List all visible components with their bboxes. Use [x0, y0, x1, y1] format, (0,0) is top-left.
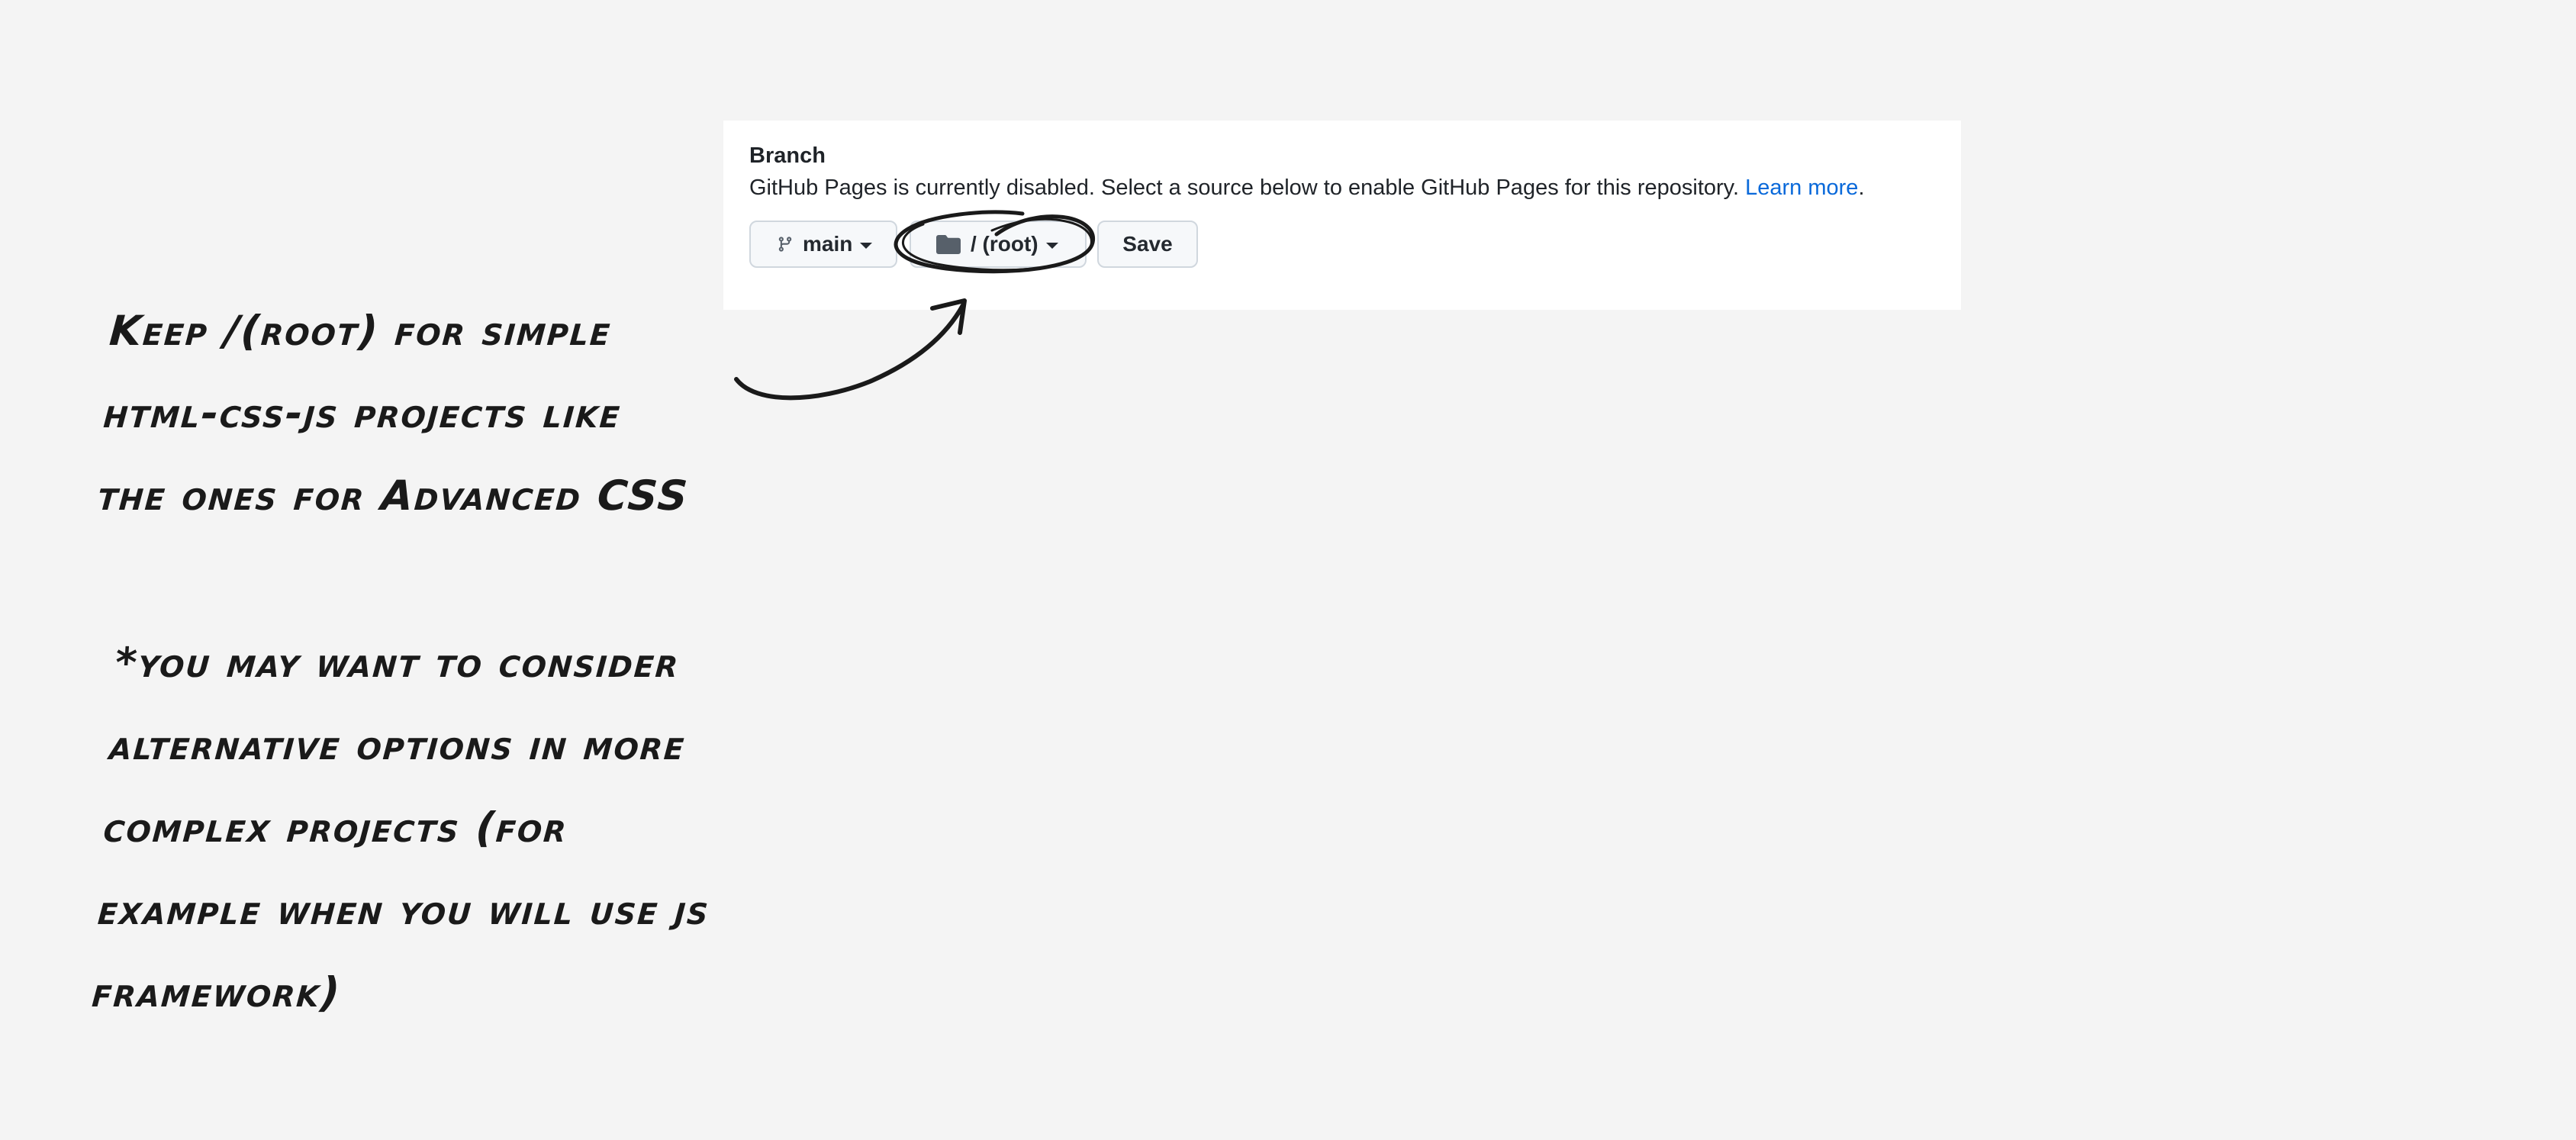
footnote-line: framework) — [90, 968, 343, 1016]
footnote-line: complex projects (for — [101, 803, 570, 852]
folder-select-button[interactable]: / (root) — [910, 221, 1087, 268]
pages-status-description: GitHub Pages is currently disabled. Sele… — [749, 176, 1865, 201]
github-pages-source-panel: Branch GitHub Pages is currently disable… — [723, 121, 1961, 310]
branch-select-label: main — [803, 232, 853, 256]
git-branch-icon — [777, 234, 794, 254]
annotation-footnote: *you may want to consider alternative op… — [89, 622, 805, 1034]
folder-icon — [935, 233, 961, 255]
chevron-down-icon — [1045, 243, 1058, 249]
branch-heading: Branch — [749, 143, 826, 168]
description-period: . — [1858, 176, 1865, 200]
chevron-down-icon — [860, 243, 873, 249]
note-line: html-css-js projects like — [101, 389, 623, 437]
learn-more-link[interactable]: Learn more — [1745, 176, 1858, 200]
annotation-note: Keep /(root) for simple html-css-js proj… — [95, 290, 800, 537]
footnote-line: *you may want to consider — [113, 639, 681, 687]
footnote-line: alternative options in more — [108, 721, 687, 769]
description-text: GitHub Pages is currently disabled. Sele… — [749, 176, 1740, 200]
note-line: the ones for Advanced CSS — [96, 472, 691, 520]
save-button[interactable]: Save — [1097, 221, 1198, 268]
branch-select-button[interactable]: main — [749, 221, 897, 268]
footnote-line: example when you will use js — [96, 886, 712, 934]
note-line: Keep /(root) for simple — [108, 307, 613, 355]
folder-select-label: / (root) — [971, 232, 1038, 256]
